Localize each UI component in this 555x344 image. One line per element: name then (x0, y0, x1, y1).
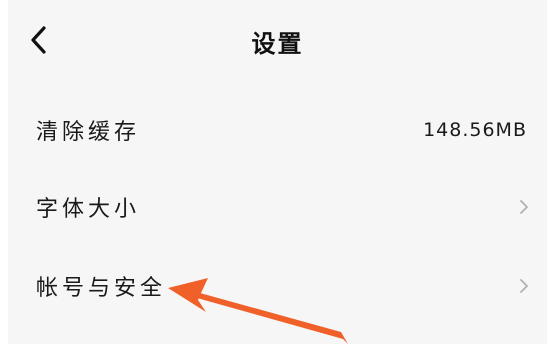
settings-item-clear-cache[interactable]: 清除缓存 148.56MB (8, 95, 547, 165)
cache-size-value: 148.56MB (423, 119, 527, 141)
chevron-right-icon (520, 200, 528, 214)
settings-item-account-security[interactable]: 帐号与安全 (8, 251, 547, 321)
page-title: 设置 (251, 30, 304, 58)
header-bar: 设置 (8, 0, 547, 84)
chevron-right-icon (520, 279, 528, 293)
settings-item-font-size[interactable]: 字体大小 (8, 172, 547, 242)
settings-item-label: 帐号与安全 (36, 276, 167, 301)
settings-item-label: 字体大小 (36, 197, 141, 222)
settings-screen: 设置 清除缓存 148.56MB 字体大小 帐号与安全 (0, 0, 555, 344)
settings-item-label: 清除缓存 (36, 120, 141, 145)
